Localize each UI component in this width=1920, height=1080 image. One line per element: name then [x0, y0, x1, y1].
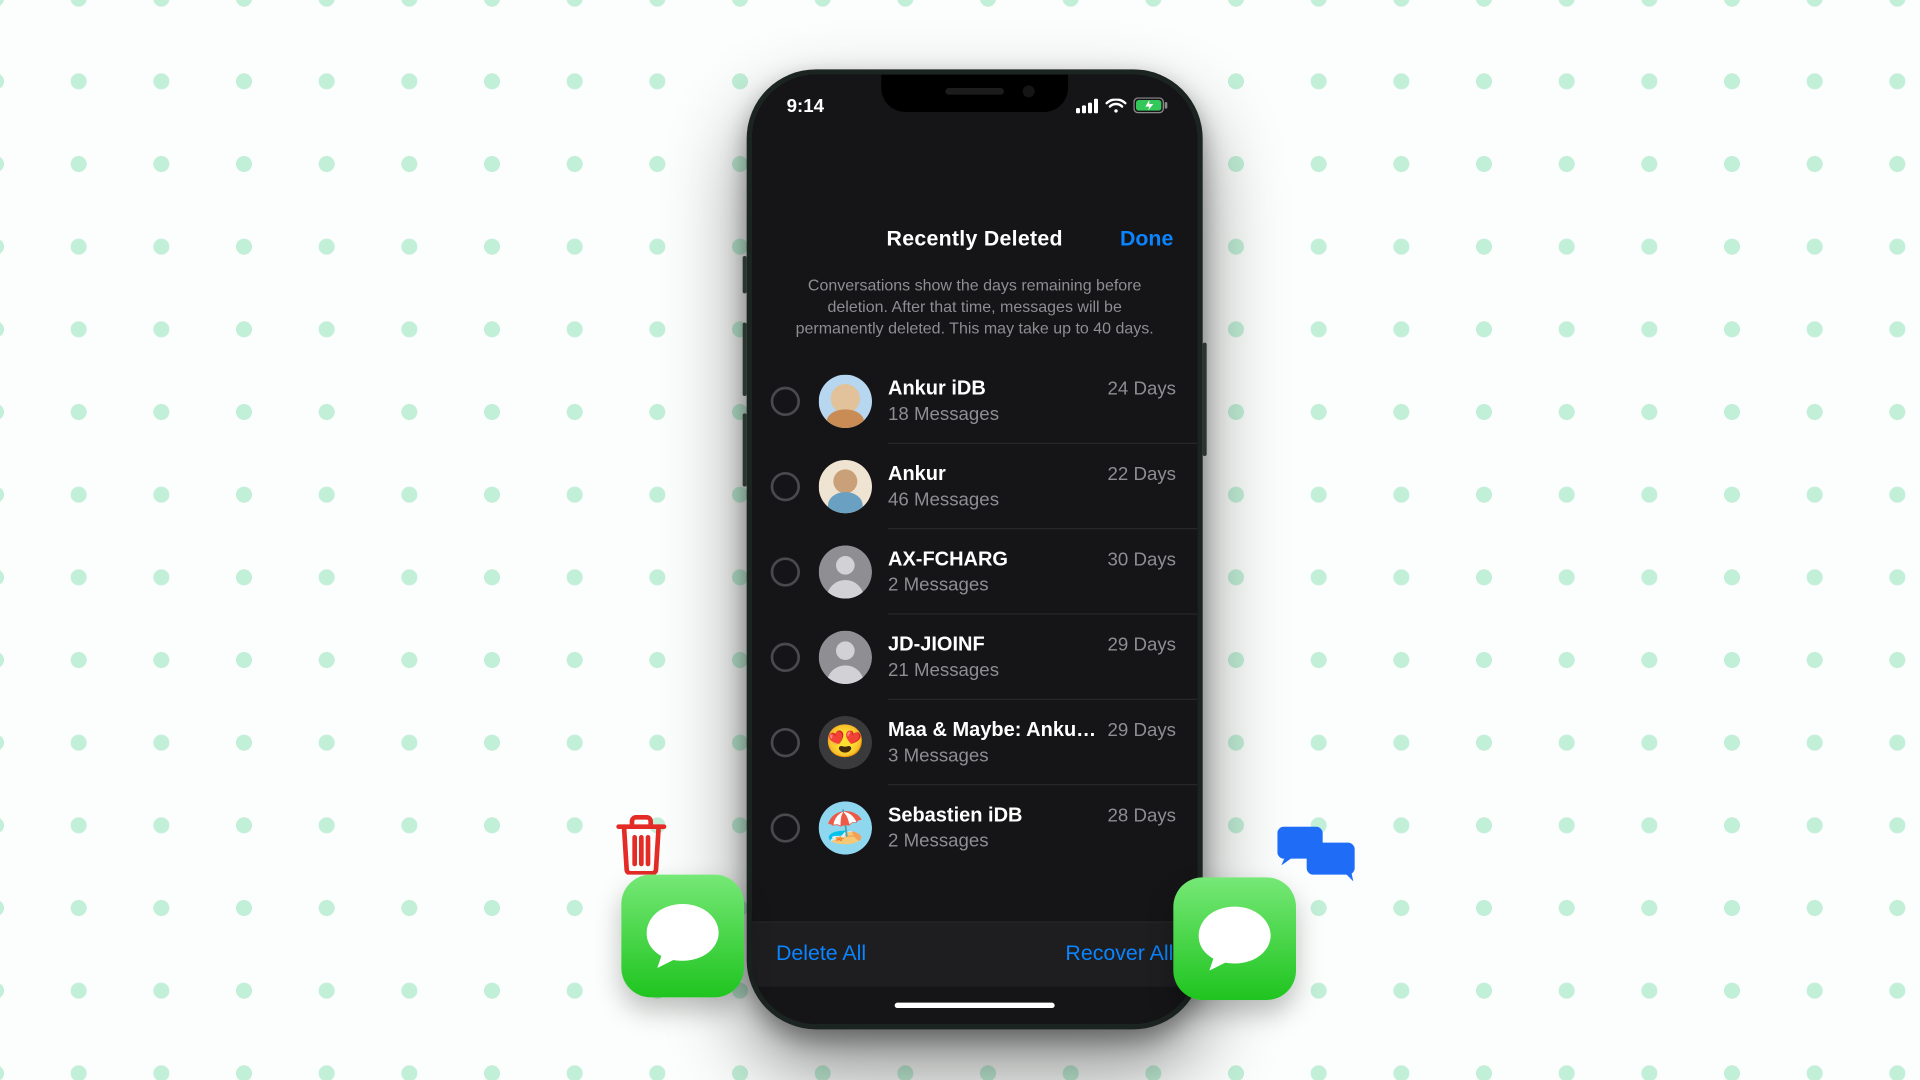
conversation-row[interactable]: 🏖️ Sebastien iDB 2 Messages 28 Days [752, 785, 1197, 870]
nav-title: Recently Deleted [887, 228, 1063, 252]
done-button[interactable]: Done [1120, 228, 1173, 252]
chat-bubbles-icon [1277, 827, 1357, 892]
battery-charging-icon [1133, 97, 1168, 113]
home-indicator [752, 987, 1197, 1024]
recover-all-button[interactable]: Recover All [1065, 943, 1173, 967]
mute-switch [743, 256, 747, 293]
message-count: 46 Messages [888, 488, 1097, 509]
contact-avatar [819, 630, 872, 683]
select-radio[interactable] [771, 813, 800, 842]
select-radio[interactable] [771, 727, 800, 756]
contact-name: AX-FCHARG [888, 548, 1097, 571]
messages-icon-left [621, 875, 744, 998]
message-count: 21 Messages [888, 659, 1097, 680]
conversation-row[interactable]: Ankur iDB 18 Messages 24 Days [752, 358, 1197, 443]
power-button [1203, 343, 1207, 456]
messages-icon-right [1173, 877, 1296, 1000]
message-count: 3 Messages [888, 744, 1097, 765]
contact-name: Sebastien iDB [888, 804, 1097, 827]
volume-up-button [743, 323, 747, 396]
conversation-row[interactable]: Ankur 46 Messages 22 Days [752, 443, 1197, 528]
conversation-row[interactable]: AX-FCHARG 2 Messages 30 Days [752, 529, 1197, 614]
status-time: 9:14 [787, 95, 824, 116]
select-radio[interactable] [771, 386, 800, 415]
contact-name: Ankur [888, 463, 1097, 486]
message-count: 18 Messages [888, 403, 1097, 424]
select-radio[interactable] [771, 557, 800, 586]
conversation-list[interactable]: Ankur iDB 18 Messages 24 Days Ankur 46 M… [752, 358, 1197, 921]
days-remaining: 30 Days [1108, 547, 1176, 568]
days-remaining: 22 Days [1108, 462, 1176, 483]
select-radio[interactable] [771, 642, 800, 671]
contact-avatar [819, 374, 872, 427]
info-subtitle: Conversations show the days remaining be… [752, 267, 1197, 358]
contact-name: JD-JIOINF [888, 633, 1097, 656]
volume-down-button [743, 413, 747, 486]
contact-avatar [819, 545, 872, 598]
conversation-row[interactable]: 😍 Maa & Maybe: Ankur... 3 Messages 29 Da… [752, 699, 1197, 784]
conversation-row[interactable]: JD-JIOINF 21 Messages 29 Days [752, 614, 1197, 699]
message-count: 2 Messages [888, 829, 1097, 850]
iphone-frame: 9:14 [747, 69, 1203, 1029]
contact-avatar: 🏖️ [819, 801, 872, 854]
select-radio[interactable] [771, 471, 800, 500]
contact-name: Maa & Maybe: Ankur... [888, 719, 1097, 742]
screen: 9:14 [752, 75, 1197, 1024]
bottom-toolbar: Delete All Recover All [752, 921, 1197, 986]
days-remaining: 24 Days [1108, 377, 1176, 398]
wifi-icon [1105, 98, 1126, 113]
trash-icon [613, 813, 669, 881]
contact-avatar [819, 459, 872, 512]
cellular-icon [1076, 98, 1099, 113]
days-remaining: 28 Days [1108, 803, 1176, 824]
days-remaining: 29 Days [1108, 718, 1176, 739]
days-remaining: 29 Days [1108, 633, 1176, 654]
delete-all-button[interactable]: Delete All [776, 943, 866, 967]
message-count: 2 Messages [888, 573, 1097, 594]
contact-avatar: 😍 [819, 715, 872, 768]
contact-name: Ankur iDB [888, 377, 1097, 400]
notch [881, 75, 1068, 112]
nav-bar: Recently Deleted Done [752, 213, 1197, 266]
